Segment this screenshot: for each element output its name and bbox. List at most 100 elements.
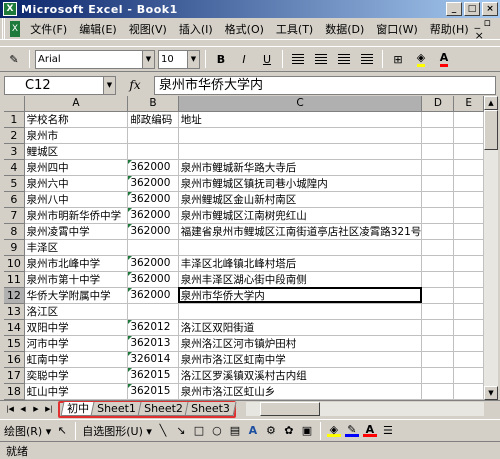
fill-color-button[interactable]: ◈: [411, 49, 431, 69]
cell[interactable]: 362013: [127, 335, 179, 352]
vertical-scrollbar[interactable]: ▲ ▼: [484, 96, 498, 400]
cell[interactable]: 泉州凌霄中学: [24, 223, 129, 240]
textbox-icon[interactable]: ▤: [228, 424, 242, 437]
tab-sheet3[interactable]: Sheet3: [184, 402, 236, 416]
cell[interactable]: 362000: [127, 175, 179, 192]
chevron-down-icon[interactable]: ▼: [142, 50, 154, 68]
column-header[interactable]: D: [421, 96, 455, 112]
workbook-window-controls[interactable]: _ ▫ ×: [475, 16, 494, 42]
cell[interactable]: [421, 223, 455, 240]
cell[interactable]: [453, 191, 484, 208]
scroll-thumb[interactable]: [260, 402, 321, 416]
scroll-up-icon[interactable]: ▲: [484, 96, 498, 110]
line-icon[interactable]: ╲: [156, 424, 170, 437]
cell[interactable]: [453, 239, 484, 256]
cell[interactable]: [453, 303, 484, 320]
borders-button[interactable]: ⊞: [388, 49, 408, 69]
cell[interactable]: 362000: [127, 287, 179, 304]
cell[interactable]: 双阳中学: [24, 319, 129, 336]
cell[interactable]: 泉州市鲤城新华路大寺后: [178, 159, 423, 176]
line-color-icon[interactable]: ✎: [344, 423, 359, 437]
cell[interactable]: 福建省泉州市鲤城区江南街道亭店社区凌霄路321号: [178, 223, 423, 240]
cell[interactable]: [421, 319, 455, 336]
wordart-icon[interactable]: A: [246, 424, 260, 437]
font-color-icon[interactable]: A: [362, 423, 377, 437]
cell[interactable]: 泉州八中: [24, 191, 129, 208]
menu-tools[interactable]: 工具(T): [270, 21, 319, 37]
cell[interactable]: [178, 143, 423, 160]
menu-format[interactable]: 格式(O): [219, 21, 270, 37]
cell[interactable]: [453, 287, 484, 304]
cell[interactable]: 泉州市洛江区虹南中学: [178, 351, 423, 368]
cell[interactable]: 362012: [127, 319, 179, 336]
cell[interactable]: [421, 303, 455, 320]
row-header[interactable]: 5: [4, 175, 25, 192]
cell[interactable]: [453, 175, 484, 192]
merge-center-button[interactable]: [357, 49, 377, 69]
arrow-icon[interactable]: ↘: [174, 424, 188, 437]
cell[interactable]: [421, 127, 455, 144]
menu-edit[interactable]: 编辑(E): [73, 21, 123, 37]
align-left-button[interactable]: [288, 49, 308, 69]
row-header[interactable]: 7: [4, 207, 25, 224]
cell[interactable]: [421, 191, 455, 208]
cell[interactable]: [421, 143, 455, 160]
cell[interactable]: 362000: [127, 255, 179, 272]
select-all-corner[interactable]: [4, 96, 25, 112]
cell[interactable]: [178, 239, 423, 256]
cell[interactable]: 泉州市第十中学: [24, 271, 129, 288]
cell[interactable]: 362000: [127, 223, 179, 240]
row-header[interactable]: 1: [4, 111, 25, 128]
font-size-select[interactable]: 10 ▼: [158, 49, 200, 69]
italic-button[interactable]: I: [234, 49, 254, 69]
underline-button[interactable]: U: [257, 49, 277, 69]
cell[interactable]: 虹山中学: [24, 383, 129, 400]
cell[interactable]: 泉州四中: [24, 159, 129, 176]
cell[interactable]: 洛江区罗溪镇双溪村古内组: [178, 367, 423, 384]
cell[interactable]: [453, 367, 484, 384]
cell[interactable]: [421, 335, 455, 352]
first-sheet-icon[interactable]: |◀: [4, 403, 16, 416]
cell[interactable]: 泉州市洛江区虹山乡: [178, 383, 423, 400]
cell[interactable]: [127, 239, 179, 256]
cell[interactable]: [127, 143, 179, 160]
cell[interactable]: [453, 271, 484, 288]
cell[interactable]: 362015: [127, 383, 179, 400]
format-painter-icon[interactable]: ✎: [4, 49, 24, 69]
toolbar-grip[interactable]: [2, 18, 10, 39]
cell[interactable]: 洛江区: [24, 303, 129, 320]
menu-help[interactable]: 帮助(H): [424, 21, 475, 37]
cell[interactable]: 泉州市: [24, 127, 129, 144]
cell[interactable]: [421, 207, 455, 224]
row-header[interactable]: 18: [4, 383, 25, 400]
cell[interactable]: 泉州六中: [24, 175, 129, 192]
column-header[interactable]: C: [178, 96, 423, 112]
row-header[interactable]: 9: [4, 239, 25, 256]
chevron-down-icon[interactable]: ▼: [103, 76, 115, 94]
cell[interactable]: [453, 255, 484, 272]
cell[interactable]: [421, 175, 455, 192]
line-style-icon[interactable]: ☰: [381, 424, 395, 437]
cell[interactable]: [421, 239, 455, 256]
row-header[interactable]: 16: [4, 351, 25, 368]
row-header[interactable]: 8: [4, 223, 25, 240]
tab-sheet1[interactable]: Sheet1: [90, 402, 143, 416]
cell[interactable]: [178, 303, 423, 320]
row-header[interactable]: 2: [4, 127, 25, 144]
menu-window[interactable]: 窗口(W): [370, 21, 423, 37]
scroll-down-icon[interactable]: ▼: [484, 386, 498, 400]
cell[interactable]: [453, 319, 484, 336]
row-header[interactable]: 4: [4, 159, 25, 176]
menu-file[interactable]: 文件(F): [24, 21, 73, 37]
cell[interactable]: [453, 207, 484, 224]
cell[interactable]: 河市中学: [24, 335, 129, 352]
draw-menu-button[interactable]: 绘图(R) ▾: [4, 423, 51, 439]
row-header[interactable]: 14: [4, 319, 25, 336]
horizontal-scrollbar[interactable]: [246, 402, 484, 416]
cell[interactable]: [421, 351, 455, 368]
scroll-thumb[interactable]: [484, 110, 498, 150]
clipart-icon[interactable]: ✿: [282, 424, 296, 437]
cell[interactable]: 362000: [127, 271, 179, 288]
cell[interactable]: [178, 127, 423, 144]
row-header[interactable]: 6: [4, 191, 25, 208]
